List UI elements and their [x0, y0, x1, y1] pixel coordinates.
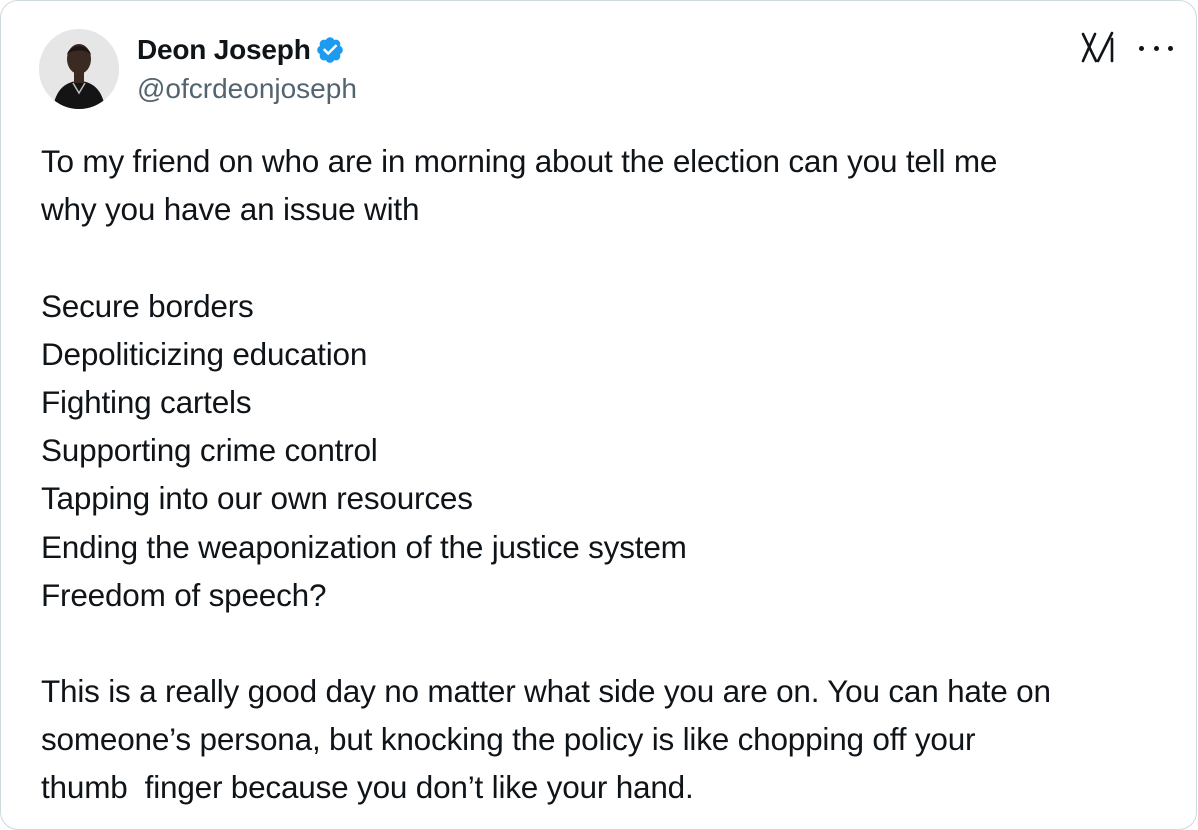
tweet-line — [41, 619, 1181, 667]
author-display-name[interactable]: Deon Joseph — [137, 34, 311, 66]
tweet-line — [41, 233, 1181, 281]
author-name-row[interactable]: Deon Joseph — [137, 32, 345, 68]
avatar[interactable] — [39, 29, 119, 109]
verified-badge-icon — [315, 35, 345, 65]
tweet-line: why you have an issue with — [41, 191, 420, 228]
tweet-line: Ending the weaponization of the justice … — [41, 528, 687, 565]
more-options-icon[interactable] — [1139, 35, 1173, 61]
more-dot — [1153, 45, 1159, 51]
author-handle[interactable]: @ofcrdeonjoseph — [137, 73, 357, 105]
tweet-text: To my friend on who are in morning about… — [41, 137, 1181, 812]
tweet-line: Depoliticizing education — [41, 335, 368, 372]
tweet-line: someone’s persona, but knocking the poli… — [41, 721, 976, 758]
tweet-line: Secure borders — [41, 287, 254, 324]
tweet-line: Tapping into our own resources — [41, 480, 473, 517]
tweet-line: thumb finger because you don’t like your… — [41, 769, 694, 806]
x-logo-icon[interactable] — [1081, 31, 1117, 65]
tweet-card: Deon Joseph @ofcrdeonjoseph To my friend… — [0, 0, 1197, 830]
tweet-line: Fighting cartels — [41, 383, 252, 420]
avatar-image — [39, 29, 119, 109]
tweet-line: Freedom of speech? — [41, 576, 327, 613]
tweet-line: To my friend on who are in morning about… — [41, 143, 998, 179]
more-dot — [1139, 45, 1144, 51]
more-dot — [1168, 45, 1173, 51]
tweet-line: Supporting crime control — [41, 432, 378, 469]
tweet-line: This is a really good day no matter what… — [41, 673, 1051, 710]
